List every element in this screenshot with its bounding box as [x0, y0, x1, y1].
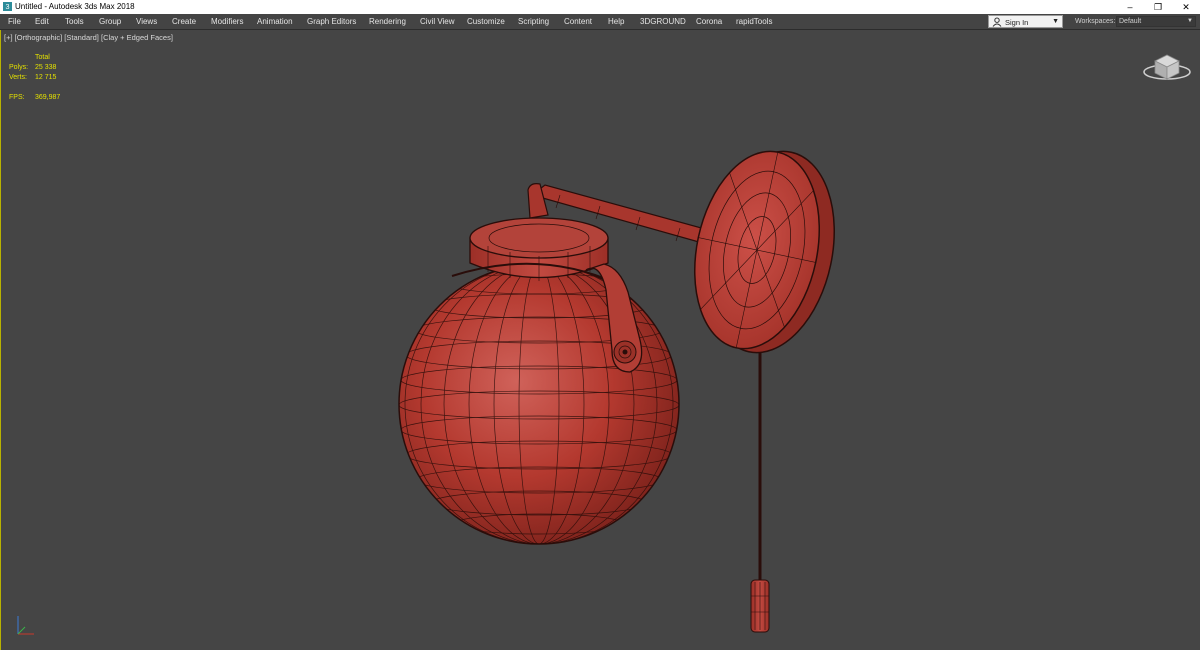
menu-animation[interactable]: Animation	[257, 14, 293, 29]
close-button[interactable]: ✕	[1172, 0, 1200, 14]
menu-modifiers[interactable]: Modifiers	[211, 14, 243, 29]
user-icon	[992, 17, 1002, 27]
restore-button[interactable]: ❐	[1144, 0, 1172, 14]
menu-help[interactable]: Help	[608, 14, 624, 29]
globe-collar	[451, 217, 619, 285]
window-title: Untitled - Autodesk 3ds Max 2018	[15, 2, 135, 11]
menu-tools[interactable]: Tools	[65, 14, 84, 29]
glass-globe	[398, 263, 680, 545]
chevron-down-icon: ▼	[1187, 18, 1193, 24]
chevron-down-icon: ▼	[1052, 18, 1059, 25]
wall-plate	[693, 150, 835, 354]
menu-3dground[interactable]: 3DGROUND	[640, 14, 686, 29]
lamp-model[interactable]	[0, 30, 1200, 650]
menu-file[interactable]: File	[8, 14, 21, 29]
svg-text:3: 3	[6, 2, 10, 11]
sign-in-dropdown[interactable]: Sign In ▼	[988, 15, 1063, 28]
menu-edit[interactable]: Edit	[35, 14, 49, 29]
menu-views[interactable]: Views	[136, 14, 157, 29]
menu-customize[interactable]: Customize	[467, 14, 505, 29]
axis-tripod-icon	[17, 616, 34, 635]
title-bar: 3 Untitled - Autodesk 3ds Max 2018 – ❐ ✕	[0, 0, 1200, 14]
menu-corona[interactable]: Corona	[696, 14, 722, 29]
workspaces-label: Workspaces:	[1075, 18, 1116, 25]
menu-bar: File Edit Tools Group Views Create Modif…	[0, 14, 1200, 30]
perspective-viewport[interactable]: [+] [Orthographic] [Standard] [Clay + Ed…	[0, 30, 1200, 650]
menu-create[interactable]: Create	[172, 14, 196, 29]
menu-graph-editors[interactable]: Graph Editors	[307, 14, 356, 29]
menu-rendering[interactable]: Rendering	[369, 14, 406, 29]
menu-civil-view[interactable]: Civil View	[420, 14, 455, 29]
workspaces-value: Default	[1119, 18, 1142, 25]
workspaces-select[interactable]: Default ▼	[1116, 16, 1196, 27]
pull-cord-weight	[750, 579, 770, 633]
minimize-button[interactable]: –	[1116, 0, 1144, 14]
menu-content[interactable]: Content	[564, 14, 592, 29]
viewcube[interactable]	[1142, 47, 1192, 83]
menu-group[interactable]: Group	[99, 14, 121, 29]
sign-in-label: Sign In	[1005, 18, 1029, 27]
3ds-max-icon: 3	[3, 2, 12, 11]
menu-scripting[interactable]: Scripting	[518, 14, 549, 29]
menu-rapidtools[interactable]: rapidTools	[736, 14, 772, 29]
